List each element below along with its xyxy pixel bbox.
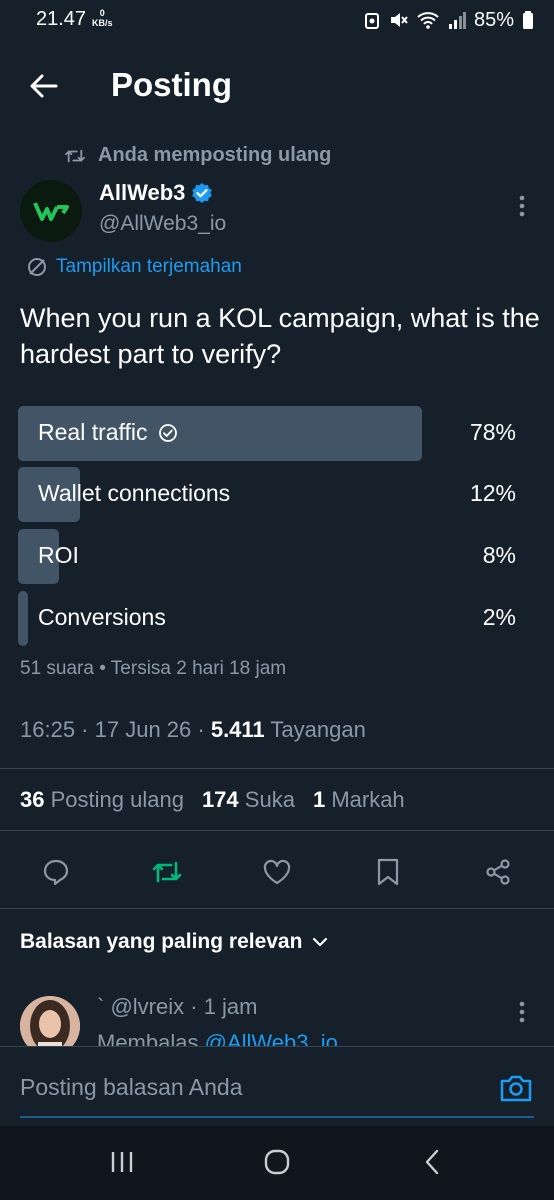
recent-apps-icon: [111, 1152, 133, 1172]
author-handle[interactable]: @AllWeb3_io: [99, 212, 226, 236]
poll-bar: [18, 591, 28, 646]
signal-icon: [448, 10, 466, 30]
poll-percent: 12%: [469, 480, 516, 506]
author-name[interactable]: AllWeb3: [99, 180, 213, 206]
bookmarks-stat[interactable]: 1 Markah: [313, 787, 405, 813]
reply-input[interactable]: Posting balasan Anda: [20, 1074, 243, 1101]
translate-icon: [28, 258, 46, 276]
repost-icon: [65, 149, 85, 162]
like-button[interactable]: [255, 850, 299, 894]
verified-badge-icon: [192, 183, 213, 203]
poll-option[interactable]: Real traffic 78%: [18, 406, 518, 461]
share-icon: [486, 859, 510, 885]
more-vertical-icon: [519, 195, 525, 217]
wifi-icon: [416, 10, 440, 30]
check-circle-icon: [158, 423, 177, 442]
camera-icon: [500, 1075, 532, 1102]
system-back-button[interactable]: [402, 1140, 462, 1184]
more-options-button[interactable]: [512, 194, 532, 218]
net-speed: 0 KB/s: [92, 8, 113, 28]
bookmark-button[interactable]: [366, 850, 410, 894]
arrow-left-icon: [30, 74, 58, 98]
poll-meta: 51 suara • Tersisa 2 hari 18 jam: [20, 658, 287, 679]
reposts-stat[interactable]: 36 Posting ulang: [20, 787, 184, 813]
home-icon: [264, 1149, 290, 1175]
post-timestamp: 16:25 · 17 Jun 26 · 5.411 Tayangan: [20, 717, 366, 742]
action-bar: [34, 850, 520, 894]
reply-more-button[interactable]: [512, 1000, 532, 1024]
more-vertical-icon: [519, 1001, 525, 1023]
divider: [0, 830, 554, 831]
repost-icon: [152, 861, 181, 883]
poll-option[interactable]: Wallet connections 12%: [18, 467, 518, 522]
share-button[interactable]: [476, 850, 520, 894]
chevron-down-icon: [313, 937, 328, 947]
reply-header: ` @lvreix · 1 jam: [97, 994, 258, 1019]
recent-apps-button[interactable]: [92, 1140, 152, 1184]
reply-handle[interactable]: @lvreix: [110, 994, 184, 1019]
divider: [0, 768, 554, 769]
author-avatar[interactable]: [20, 180, 82, 242]
bookmark-icon: [377, 858, 398, 886]
poll-percent: 2%: [482, 604, 516, 630]
divider: [0, 1046, 554, 1047]
back-button[interactable]: [22, 64, 66, 108]
camera-button[interactable]: [498, 1072, 534, 1104]
poll-option[interactable]: ROI 8%: [18, 529, 518, 584]
heart-icon: [263, 859, 291, 885]
repost-indicator: Anda memposting ulang: [64, 144, 331, 167]
reply-icon: [43, 859, 69, 886]
battery-level: 85%: [473, 8, 514, 31]
battery-icon: [522, 10, 534, 30]
chevron-left-icon: [425, 1149, 439, 1175]
poll-percent: 8%: [482, 542, 516, 568]
post-text: When you run a KOL campaign, what is the…: [20, 303, 540, 369]
divider: [0, 908, 554, 909]
page-title: Posting: [111, 66, 232, 103]
data-saver-icon: [364, 10, 380, 30]
post-stats: 36 Posting ulang 174 Suka 1 Markah: [20, 787, 405, 813]
translate-link[interactable]: Tampilkan terjemahan: [26, 256, 242, 278]
poll-option[interactable]: Conversions 2%: [18, 591, 518, 646]
composer-underline: [20, 1116, 534, 1118]
home-button[interactable]: [247, 1140, 307, 1184]
repost-button[interactable]: [145, 850, 189, 894]
status-icons: 85%: [364, 6, 534, 34]
mute-icon: [388, 10, 408, 30]
likes-stat[interactable]: 174 Suka: [202, 787, 295, 813]
reply-button[interactable]: [34, 850, 78, 894]
reply-sort-dropdown[interactable]: Balasan yang paling relevan: [20, 930, 328, 954]
status-time: 21.47: [36, 8, 87, 30]
repost-note-text: Anda memposting ulang: [98, 144, 332, 166]
allweb3-logo-icon: [33, 202, 69, 221]
poll-percent: 78%: [469, 419, 516, 445]
